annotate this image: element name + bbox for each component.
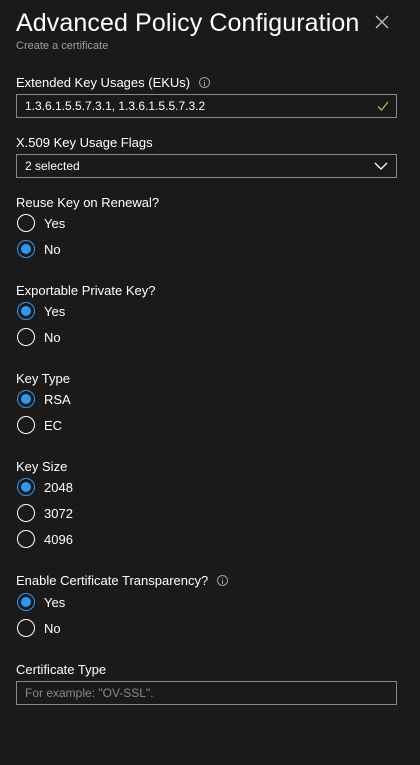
key-size-3072-radio[interactable]: [17, 504, 35, 522]
exportable-yes-option[interactable]: Yes: [17, 302, 65, 320]
transparency-no-option[interactable]: No: [17, 619, 61, 637]
exportable-no-radio[interactable]: [17, 328, 35, 346]
key-type-rsa-radio[interactable]: [17, 390, 35, 408]
exportable-no-option[interactable]: No: [17, 328, 61, 346]
key-type-rsa-label: RSA: [44, 391, 71, 407]
panel-header: Advanced Policy Configuration Create a c…: [16, 8, 404, 52]
key-usage-label: X.509 Key Usage Flags: [16, 135, 153, 150]
reuse-key-no-radio[interactable]: [17, 240, 35, 258]
reuse-key-yes-label: Yes: [44, 215, 66, 231]
reuse-key-yes-option[interactable]: Yes: [17, 214, 65, 232]
transparency-yes-option[interactable]: Yes: [17, 593, 65, 611]
info-icon[interactable]: [217, 575, 229, 586]
key-type-ec-radio[interactable]: [17, 416, 35, 434]
reuse-key-no-label: No: [44, 241, 61, 257]
page-title: Advanced Policy Configuration: [16, 9, 360, 37]
key-size-3072-label: 3072: [44, 505, 73, 521]
ekus-label-text: Extended Key Usages (EKUs): [16, 75, 191, 90]
key-size-3072-option[interactable]: 3072: [17, 504, 73, 522]
reuse-key-yes-radio[interactable]: [17, 214, 35, 232]
checkmark-icon: [377, 101, 389, 111]
key-type-rsa-option[interactable]: RSA: [17, 390, 71, 408]
reuse-key-no-option[interactable]: No: [17, 240, 61, 258]
certificate-type-field[interactable]: [16, 681, 397, 705]
exportable-yes-label: Yes: [44, 303, 66, 319]
exportable-no-label: No: [44, 329, 61, 345]
transparency-yes-radio[interactable]: [17, 593, 35, 611]
ekus-label: Extended Key Usages (EKUs): [16, 75, 211, 90]
key-usage-dropdown[interactable]: 2 selected: [16, 154, 397, 178]
key-size-2048-label: 2048: [44, 479, 73, 495]
certificate-type-input[interactable]: [25, 686, 365, 700]
close-icon: [375, 15, 389, 29]
transparency-no-radio[interactable]: [17, 619, 35, 637]
key-usage-value: 2 selected: [25, 159, 80, 173]
exportable-yes-radio[interactable]: [17, 302, 35, 320]
transparency-label: Enable Certificate Transparency?: [16, 573, 229, 588]
transparency-no-label: No: [44, 620, 61, 636]
key-size-4096-radio[interactable]: [17, 530, 35, 548]
ekus-field[interactable]: 1.3.6.1.5.5.7.3.1, 1.3.6.1.5.5.7.3.2: [16, 94, 397, 118]
close-button[interactable]: [374, 14, 390, 30]
key-size-2048-option[interactable]: 2048: [17, 478, 73, 496]
transparency-label-text: Enable Certificate Transparency?: [16, 573, 209, 588]
key-type-ec-label: EC: [44, 417, 63, 433]
transparency-yes-label: Yes: [44, 594, 66, 610]
exportable-key-label: Exportable Private Key?: [16, 283, 156, 298]
certificate-type-label: Certificate Type: [16, 662, 107, 677]
key-size-4096-label: 4096: [44, 531, 73, 547]
key-size-2048-radio[interactable]: [17, 478, 35, 496]
key-size-4096-option[interactable]: 4096: [17, 530, 73, 548]
info-icon[interactable]: [199, 77, 211, 88]
reuse-key-label: Reuse Key on Renewal?: [16, 195, 160, 210]
key-type-label: Key Type: [16, 371, 70, 386]
page-subtitle: Create a certificate: [16, 40, 109, 52]
chevron-down-icon: [374, 162, 388, 170]
key-type-ec-option[interactable]: EC: [17, 416, 62, 434]
ekus-value: 1.3.6.1.5.5.7.3.1, 1.3.6.1.5.5.7.3.2: [25, 99, 206, 113]
advanced-policy-panel: Advanced Policy Configuration Create a c…: [0, 0, 420, 765]
key-size-label: Key Size: [16, 459, 68, 474]
